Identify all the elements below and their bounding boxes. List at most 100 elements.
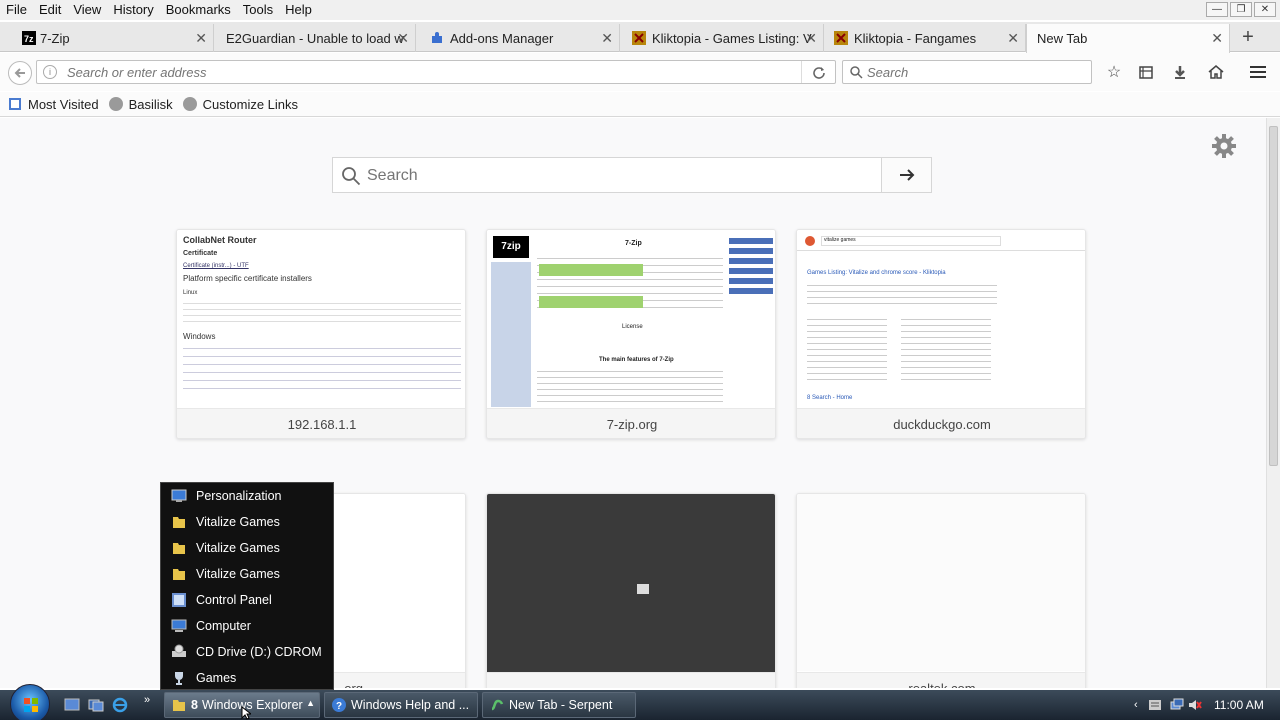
top-site-tile[interactable]: realtek.com bbox=[796, 493, 1086, 688]
jumplist-item-cd-drive[interactable]: CD Drive (D:) CDROM bbox=[161, 639, 335, 665]
bookmark-basilisk[interactable]: Basilisk bbox=[108, 97, 173, 112]
site-thumbnail: 7zip 7-Zip License The main features of … bbox=[487, 230, 775, 407]
page-search-input[interactable] bbox=[367, 164, 867, 188]
home-icon[interactable] bbox=[1206, 62, 1226, 82]
thumb-divider bbox=[797, 250, 1085, 251]
start-button[interactable] bbox=[10, 684, 50, 720]
menu-edit[interactable]: Edit bbox=[33, 0, 67, 20]
bookmark-star-icon[interactable]: ☆ bbox=[1104, 62, 1124, 82]
jumplist-label: Control Panel bbox=[196, 593, 272, 607]
info-icon[interactable]: i bbox=[43, 65, 57, 79]
url-bar: i bbox=[36, 60, 836, 84]
tab-label: New Tab bbox=[1037, 31, 1088, 46]
windows-logo-icon bbox=[24, 698, 38, 712]
url-input[interactable] bbox=[67, 63, 797, 81]
jumplist-item-folder[interactable]: Vitalize Games bbox=[161, 509, 335, 535]
menu-view[interactable]: View bbox=[67, 0, 107, 20]
nav-bar: i ☆ bbox=[0, 53, 1280, 91]
bookmark-customize-links[interactable]: Customize Links bbox=[182, 96, 299, 112]
close-tab-icon[interactable]: ✕ bbox=[397, 30, 409, 47]
vertical-scrollbar[interactable] bbox=[1266, 118, 1280, 688]
arrow-right-icon bbox=[899, 169, 914, 181]
menu-file[interactable]: File bbox=[0, 0, 33, 20]
help-icon: ? bbox=[332, 698, 346, 712]
taskbar-browser[interactable]: New Tab - Serpent bbox=[482, 692, 636, 718]
jumplist-item-computer[interactable]: Computer bbox=[161, 613, 335, 639]
close-tab-icon[interactable]: ✕ bbox=[195, 30, 207, 47]
computer-icon bbox=[171, 619, 187, 632]
7zip-logo: 7zip bbox=[493, 236, 529, 258]
close-window-button[interactable]: ✕ bbox=[1254, 2, 1276, 17]
reload-button[interactable] bbox=[801, 61, 835, 83]
top-site-tile[interactable]: CollabNet Router Certificate Certificate… bbox=[176, 229, 466, 439]
jumplist-label: Games bbox=[196, 671, 237, 685]
tab-label: 7-Zip bbox=[40, 30, 70, 46]
chevron-up-icon: ▲ bbox=[306, 698, 315, 708]
bookmark-label: Customize Links bbox=[202, 96, 299, 112]
tile-label bbox=[487, 672, 775, 688]
games-icon bbox=[175, 672, 183, 685]
scrollbar-thumb[interactable] bbox=[1269, 126, 1278, 466]
jumplist-label: Vitalize Games bbox=[196, 515, 280, 529]
network-icon[interactable] bbox=[1170, 698, 1184, 712]
7zip-icon: 7z bbox=[22, 31, 36, 45]
menu-help[interactable]: Help bbox=[279, 0, 318, 20]
internet-explorer-icon[interactable] bbox=[112, 697, 128, 713]
restore-button[interactable]: ❐ bbox=[1230, 2, 1252, 17]
thumb-table bbox=[539, 264, 643, 276]
tab-new-tab[interactable]: New Tab ✕ bbox=[1026, 24, 1230, 53]
site-thumbnail bbox=[487, 494, 775, 674]
tile-label: duckduckgo.com bbox=[797, 408, 1085, 438]
bookmark-most-visited[interactable]: Most Visited bbox=[8, 97, 99, 112]
menu-bookmarks[interactable]: Bookmarks bbox=[160, 0, 237, 20]
library-icon[interactable] bbox=[1136, 62, 1156, 82]
close-tab-icon[interactable]: ✕ bbox=[1007, 30, 1019, 47]
tab-7zip[interactable]: 7z 7-Zip ✕ bbox=[18, 24, 214, 52]
top-site-tile[interactable]: vitalize games Games Listing: Vitalize a… bbox=[796, 229, 1086, 439]
thumb-result-title: Games Listing: Vitalize and chrome score… bbox=[807, 270, 946, 276]
back-button[interactable] bbox=[8, 61, 32, 85]
most-visited-icon bbox=[9, 98, 21, 110]
taskbar-windows-help[interactable]: ? Windows Help and ... bbox=[324, 692, 478, 718]
tray-app-icon[interactable] bbox=[1148, 698, 1162, 712]
thumb-lines bbox=[537, 366, 723, 404]
search-icon bbox=[850, 66, 863, 79]
thumb-query: vitalize games bbox=[821, 236, 1001, 246]
menu-tools[interactable]: Tools bbox=[237, 0, 279, 20]
jumplist-label: Computer bbox=[196, 619, 251, 633]
close-tab-icon[interactable]: ✕ bbox=[1211, 30, 1223, 47]
tray-expand-icon[interactable]: ‹ bbox=[1134, 699, 1138, 711]
top-site-tile[interactable]: 7zip 7-Zip License The main features of … bbox=[486, 229, 776, 439]
menu-history[interactable]: History bbox=[107, 0, 159, 20]
site-thumbnail: CollabNet Router Certificate Certificate… bbox=[177, 230, 465, 407]
tab-addons[interactable]: Add-ons Manager ✕ bbox=[424, 24, 620, 52]
switch-windows-icon[interactable] bbox=[88, 697, 104, 713]
folder-icon bbox=[173, 569, 185, 580]
show-desktop-icon[interactable] bbox=[64, 697, 80, 713]
search-input[interactable] bbox=[867, 63, 1077, 81]
downloads-icon[interactable] bbox=[1170, 62, 1190, 82]
jumplist-item-control-panel[interactable]: Control Panel bbox=[161, 587, 335, 613]
jumplist-item-folder[interactable]: Vitalize Games bbox=[161, 535, 335, 561]
close-tab-icon[interactable]: ✕ bbox=[805, 30, 817, 47]
top-site-tile[interactable] bbox=[486, 493, 776, 688]
minimize-button[interactable]: — bbox=[1206, 2, 1228, 17]
jumplist-item-personalization[interactable]: Personalization bbox=[161, 483, 335, 509]
jumplist-item-games[interactable]: Games bbox=[161, 665, 335, 691]
svg-text:7z: 7z bbox=[24, 34, 34, 44]
folder-icon bbox=[173, 517, 185, 528]
search-go-button[interactable] bbox=[881, 158, 931, 192]
taskbar-clock[interactable]: 11:00 AM bbox=[1214, 698, 1264, 712]
jumplist-item-folder[interactable]: Vitalize Games bbox=[161, 561, 335, 587]
close-tab-icon[interactable]: ✕ bbox=[601, 30, 613, 47]
thumb-table bbox=[539, 296, 643, 308]
tab-kliktopia-listing[interactable]: Kliktopia - Games Listing: V ✕ bbox=[626, 24, 824, 52]
quicklaunch-overflow-icon[interactable]: » bbox=[144, 694, 150, 706]
globe-icon bbox=[108, 97, 123, 111]
tab-kliktopia-fangames[interactable]: Kliktopia - Fangames ✕ bbox=[828, 24, 1026, 52]
volume-muted-icon[interactable] bbox=[1188, 698, 1202, 712]
hamburger-menu-icon[interactable] bbox=[1248, 62, 1268, 82]
gear-icon[interactable] bbox=[1210, 132, 1238, 160]
new-tab-button[interactable]: + bbox=[1238, 26, 1258, 49]
tab-e2guardian[interactable]: E2Guardian - Unable to load w ✕ bbox=[218, 24, 416, 52]
